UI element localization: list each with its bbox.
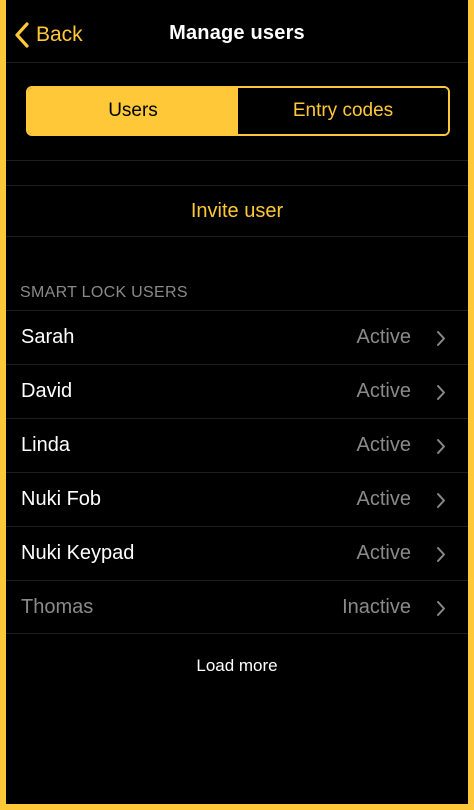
chevron-right-icon (437, 331, 445, 346)
tab-users[interactable]: Users (28, 88, 238, 134)
navigation-bar: Back Manage users (6, 0, 468, 63)
divider (6, 160, 468, 161)
user-row[interactable]: Thomas Inactive (6, 580, 468, 634)
user-name: Linda (21, 434, 70, 456)
user-row[interactable]: Nuki Keypad Active (6, 526, 468, 580)
user-name: Nuki Fob (21, 488, 102, 510)
chevron-right-icon (437, 547, 445, 562)
divider (6, 236, 468, 237)
user-row[interactable]: Nuki Fob Active (6, 472, 468, 526)
screen: Back Manage users Users Entry codes Invi… (6, 0, 468, 804)
user-name: Nuki Keypad (21, 542, 135, 564)
user-status: Active (356, 542, 411, 564)
user-row[interactable]: Linda Active (6, 418, 468, 472)
user-status: Active (356, 380, 411, 402)
user-row[interactable]: David Active (6, 364, 468, 418)
user-status: Inactive (342, 595, 411, 618)
chevron-right-icon (437, 385, 445, 400)
user-list: Sarah Active David Active Linda Active N… (6, 310, 468, 634)
chevron-right-icon (437, 493, 445, 508)
user-status: Active (356, 488, 411, 510)
user-name: Sarah (21, 326, 75, 348)
user-name: David (21, 380, 73, 402)
chevron-right-icon (437, 601, 445, 616)
user-name: Thomas (21, 595, 94, 618)
user-status: Active (356, 434, 411, 456)
section-header: SMART LOCK USERS (20, 284, 188, 301)
invite-user-button[interactable]: Invite user (6, 186, 468, 236)
segmented-control: Users Entry codes (26, 86, 450, 136)
page-title: Manage users (169, 22, 305, 44)
user-status: Active (356, 326, 411, 348)
chevron-right-icon (437, 439, 445, 454)
tab-entry-codes[interactable]: Entry codes (238, 88, 448, 134)
user-row[interactable]: Sarah Active (6, 310, 468, 364)
load-more-button[interactable]: Load more (6, 656, 468, 676)
